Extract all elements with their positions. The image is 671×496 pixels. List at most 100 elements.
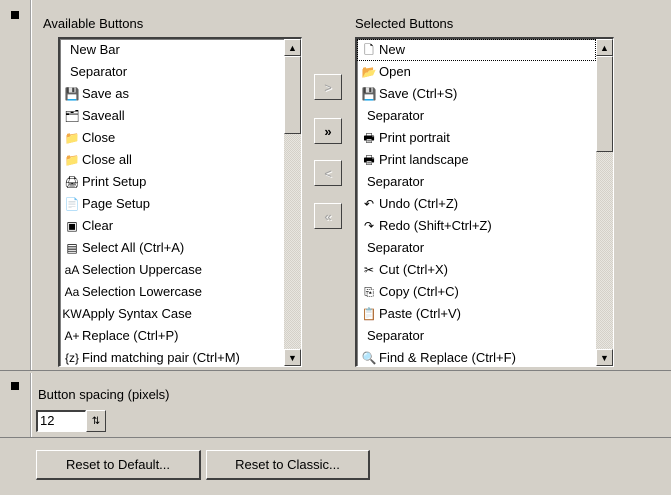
matching-pair-icon: {z} <box>64 351 79 365</box>
save-all-icon: 🗂 <box>64 109 80 123</box>
list-item[interactable]: 🖶 Print landscape <box>357 149 596 171</box>
button-spacing-label: Button spacing (pixels) <box>38 387 170 402</box>
remove-all-button[interactable]: « <box>314 203 342 229</box>
list-item[interactable]: 💾 Save as <box>60 83 284 105</box>
add-all-button[interactable]: » <box>314 118 342 144</box>
copy-icon: ⎘ <box>364 285 374 299</box>
syntax-case-icon: KW <box>62 307 82 321</box>
list-item-label: Separator <box>367 108 425 123</box>
scroll-up-button[interactable]: ▲ <box>596 39 613 56</box>
buttons-group: Available Buttons Selected Buttons New B… <box>0 0 671 371</box>
find-replace-icon: 🔍 <box>361 351 377 365</box>
list-item[interactable]: A+ Replace (Ctrl+P) <box>60 325 284 347</box>
list-item-label: Copy (Ctrl+C) <box>379 284 459 299</box>
paste-icon: 📋 <box>361 307 377 321</box>
list-item-label: Print Setup <box>82 174 147 189</box>
list-item[interactable]: Separator <box>357 237 596 259</box>
list-item-label: Separator <box>367 328 425 343</box>
list-item-label: Page Setup <box>82 196 150 211</box>
list-item-label: Close <box>82 130 116 145</box>
open-folder-icon: 📂 <box>361 65 377 79</box>
list-item-label: Find matching pair (Ctrl+M) <box>82 350 240 365</box>
list-item-label: Selection Lowercase <box>82 284 202 299</box>
list-item[interactable]: ▤ Select All (Ctrl+A) <box>60 237 284 259</box>
list-item[interactable]: 🔍 Find & Replace (Ctrl+F) <box>357 347 596 366</box>
list-item-label: Selection Uppercase <box>82 262 202 277</box>
list-item[interactable]: 📁 Close all <box>60 149 284 171</box>
reset-default-button[interactable]: Reset to Default... <box>36 450 201 480</box>
list-item[interactable]: aA Selection Uppercase <box>60 259 284 281</box>
reset-classic-button[interactable]: Reset to Classic... <box>206 450 370 480</box>
selected-buttons-list[interactable]: 🗋 New 📂 Open 💾 Save (Ctrl+S) Separator 🖶 Print p… <box>355 37 614 367</box>
scroll-up-button[interactable]: ▲ <box>284 39 301 56</box>
scroll-thumb[interactable] <box>596 56 613 152</box>
list-item[interactable]: ▣ Clear <box>60 215 284 237</box>
add-button[interactable]: > <box>314 74 342 100</box>
clear-icon: ▣ <box>66 219 78 233</box>
list-item[interactable]: 📄 Page Setup <box>60 193 284 215</box>
up-down-arrow-icon: ⇅ <box>91 415 101 427</box>
list-item[interactable]: {z} Find matching pair (Ctrl+M) <box>60 347 284 366</box>
list-item[interactable]: 🖨 Print Setup <box>60 171 284 193</box>
list-item[interactable]: Separator <box>357 325 596 347</box>
remove-button[interactable]: < <box>314 160 342 186</box>
list-item[interactable]: 🗂 Saveall <box>60 105 284 127</box>
select-all-icon: ▤ <box>66 241 78 255</box>
list-item-label: Save as <box>82 86 129 101</box>
lowercase-icon: Aa <box>64 285 80 299</box>
cut-icon: ✂ <box>363 263 375 277</box>
list-item-label: Undo (Ctrl+Z) <box>379 196 459 211</box>
list-item-label: Clear <box>82 218 114 233</box>
list-item[interactable]: 🗋 New <box>357 39 596 61</box>
scroll-thumb[interactable] <box>284 56 301 134</box>
list-item-label: New Bar <box>70 42 120 57</box>
list-item[interactable]: KW Apply Syntax Case <box>60 303 284 325</box>
list-item-label: Save (Ctrl+S) <box>379 86 458 101</box>
list-item-label: Saveall <box>82 108 125 123</box>
list-item-label: Open <box>379 64 411 79</box>
button-spacing-input[interactable]: 12 <box>36 410 86 432</box>
spin-up-down-button[interactable]: ⇅ <box>86 410 106 432</box>
list-item[interactable]: Aa Selection Lowercase <box>60 281 284 303</box>
scroll-down-button[interactable]: ▼ <box>596 349 613 366</box>
page-setup-icon: 📄 <box>64 197 80 211</box>
list-item-label: Print landscape <box>379 152 469 167</box>
list-item-label: Select All (Ctrl+A) <box>82 240 185 255</box>
list-item-label: New <box>379 42 406 57</box>
list-item[interactable]: Separator <box>60 61 284 83</box>
list-item-label: Separator <box>367 240 425 255</box>
available-scrollbar[interactable]: ▲ ▼ <box>284 39 301 366</box>
scroll-down-button[interactable]: ▼ <box>284 349 301 366</box>
close-folder-icon: 📁 <box>64 131 80 145</box>
available-buttons-label: Available Buttons <box>43 16 144 31</box>
list-item[interactable]: ↷ Redo (Shift+Ctrl+Z) <box>357 215 596 237</box>
selected-scrollbar[interactable]: ▲ ▼ <box>596 39 613 366</box>
save-icon: 💾 <box>361 87 377 101</box>
save-as-icon: 💾 <box>64 87 80 101</box>
print-setup-icon: 🖨 <box>64 175 80 189</box>
list-item-label: Redo (Shift+Ctrl+Z) <box>379 218 492 233</box>
section-marker <box>11 382 19 390</box>
available-items: New Bar Separator 💾 Save as 🗂 Saveall 📁 Close 📁 C… <box>60 39 284 366</box>
list-item-label: Separator <box>367 174 425 189</box>
list-item[interactable]: 🖶 Print portrait <box>357 127 596 149</box>
available-buttons-list[interactable]: New Bar Separator 💾 Save as 🗂 Saveall 📁 Close 📁 C… <box>58 37 302 367</box>
list-item[interactable]: ⎘ Copy (Ctrl+C) <box>357 281 596 303</box>
spacing-group: Button spacing (pixels) 12 ⇅ <box>0 373 671 438</box>
list-item-label: Close all <box>82 152 132 167</box>
replace-icon: A+ <box>64 329 80 343</box>
list-item[interactable]: Separator <box>357 171 596 193</box>
list-item[interactable]: 📋 Paste (Ctrl+V) <box>357 303 596 325</box>
list-item[interactable]: 📂 Open <box>357 61 596 83</box>
list-item[interactable]: ✂ Cut (Ctrl+X) <box>357 259 596 281</box>
new-document-icon: 🗋 <box>364 43 374 57</box>
list-item[interactable]: Separator <box>357 105 596 127</box>
list-item[interactable]: 📁 Close <box>60 127 284 149</box>
redo-icon: ↷ <box>363 219 375 233</box>
list-item[interactable]: New Bar <box>60 39 284 61</box>
print-landscape-icon: 🖶 <box>363 153 375 167</box>
list-item[interactable]: 💾 Save (Ctrl+S) <box>357 83 596 105</box>
list-item[interactable]: ↶ Undo (Ctrl+Z) <box>357 193 596 215</box>
section-strip <box>0 0 31 370</box>
actions-group: Reset to Default... Reset to Classic... <box>0 440 671 496</box>
